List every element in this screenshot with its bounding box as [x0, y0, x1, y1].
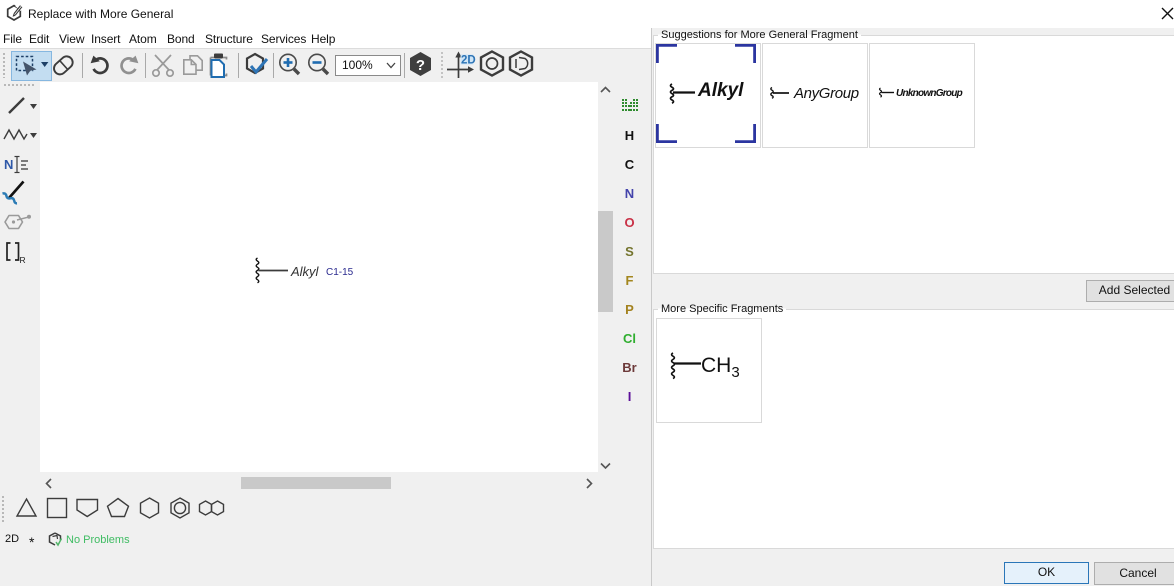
svg-text:?: ? [416, 57, 425, 74]
svg-text:2D: 2D [461, 55, 476, 67]
svg-text:N: N [4, 157, 13, 172]
svg-text:R: R [20, 255, 26, 265]
